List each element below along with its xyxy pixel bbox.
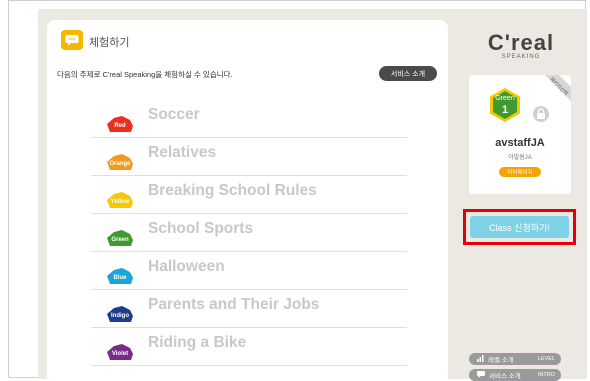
topic-label[interactable]: Breaking School Rules (148, 182, 317, 200)
service-intro-label: 서비스 소개 (489, 373, 521, 380)
topic-list: Red Soccer Orange Relatives Yellow Break… (91, 100, 407, 366)
blue-level-badge-icon: Blue (105, 268, 135, 284)
topic-label[interactable]: Halloween (148, 258, 225, 276)
topic-item-halloween[interactable]: Blue Halloween (91, 252, 407, 290)
logo-text: C'real (487, 30, 555, 55)
topic-label[interactable]: Parents and Their Jobs (148, 296, 319, 314)
topic-item-parents-and-their-jobs[interactable]: Indigo Parents and Their Jobs (91, 290, 407, 328)
chat-bubble-icon (61, 30, 83, 50)
sidebar: C'real SPEAKING 패키지선택 Green 1 avstaffJA … (460, 20, 582, 381)
topic-label[interactable]: School Sports (148, 220, 253, 238)
topic-item-riding-a-bike[interactable]: Violet Riding a Bike (91, 328, 407, 366)
topic-label[interactable]: Soccer (148, 106, 200, 124)
app-window: 체험하기 다음의 주제로 C'real Speaking을 체험하실 수 있습니… (38, 9, 587, 381)
screenshot-frame: 체험하기 다음의 주제로 C'real Speaking을 체험하실 수 있습니… (8, 0, 587, 381)
level-intro-en: LEVEL (537, 356, 555, 362)
real-name: 아발원JA (508, 155, 532, 161)
profile-card: 패키지선택 Green 1 avstaffJA 아발원JA 마이페이지 (469, 75, 571, 194)
topic-label[interactable]: Riding a Bike (148, 334, 246, 352)
level-number: 1 (501, 104, 509, 116)
badge-label: Green (111, 237, 129, 243)
badge-label: Orange (109, 161, 131, 167)
username: avstaffJA (495, 137, 545, 149)
violet-level-badge-icon: Violet (105, 344, 135, 360)
service-intro-button[interactable]: 서비스 소개 (379, 66, 437, 81)
package-ribbon[interactable]: 패키지선택 (543, 75, 571, 103)
level-intro-label: 레벨 소개 (488, 357, 514, 364)
badge-label: Indigo (111, 313, 129, 319)
creal-speaking-logo[interactable]: C'real SPEAKING (477, 30, 565, 61)
my-page-button[interactable]: 마이페이지 (499, 167, 541, 177)
ribbon-label: 패키지선택 (548, 76, 569, 98)
badge-label: Violet (111, 351, 129, 357)
yellow-level-badge-icon: Yellow (105, 192, 135, 208)
service-intro-en: INTRO (537, 372, 555, 378)
bar-chart-icon (477, 354, 484, 364)
level-hexagon-icon: Green 1 (489, 87, 521, 123)
topic-item-breaking-school-rules[interactable]: Yellow Breaking School Rules (91, 176, 407, 214)
topic-label[interactable]: Relatives (148, 144, 216, 162)
level-intro-button[interactable]: 레벨 소개 LEVEL (469, 353, 561, 365)
indigo-level-badge-icon: Indigo (105, 306, 135, 322)
topic-item-school-sports[interactable]: Green School Sports (91, 214, 407, 252)
speech-bubble-icon (477, 370, 485, 380)
badge-label: Red (114, 123, 126, 129)
red-level-badge-icon: Red (105, 116, 135, 132)
orange-level-badge-icon: Orange (105, 154, 135, 170)
green-level-badge-icon: Green (105, 230, 135, 246)
class-apply-button[interactable]: Class 신청하기! (470, 216, 569, 238)
badge-label: Yellow (110, 199, 130, 205)
level-name: Green (495, 95, 515, 102)
experience-panel: 체험하기 다음의 주제로 C'real Speaking을 체험하실 수 있습니… (47, 20, 448, 379)
service-intro-side-button[interactable]: 서비스 소개 INTRO (469, 369, 561, 381)
class-apply-highlight: Class 신청하기! (463, 209, 576, 245)
intro-text: 다음의 주제로 C'real Speaking을 체험하실 수 있습니다. (57, 70, 233, 79)
panel-title: 체험하기 (89, 37, 130, 49)
lock-icon (533, 106, 549, 122)
badge-label: Blue (113, 275, 127, 281)
topic-item-soccer[interactable]: Red Soccer (91, 100, 407, 138)
topic-item-relatives[interactable]: Orange Relatives (91, 138, 407, 176)
